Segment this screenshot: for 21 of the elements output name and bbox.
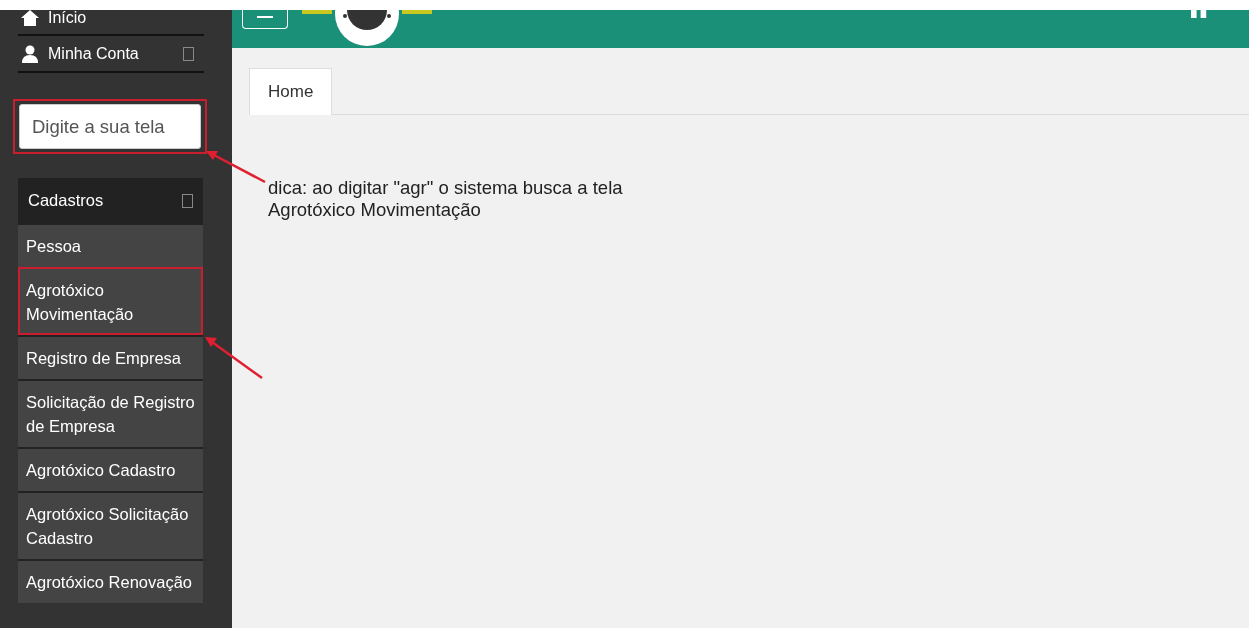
menu-button[interactable]: [242, 10, 288, 29]
user-icon: [20, 44, 40, 63]
menu-item[interactable]: Agrotóxico Renovação: [18, 559, 203, 603]
menu-item[interactable]: Solicitação de Registro de Empresa: [18, 379, 203, 447]
toggle-icon[interactable]: [183, 46, 194, 61]
menu-item[interactable]: Agrotóxico Cadastro: [18, 447, 203, 491]
tab[interactable]: Home: [249, 68, 333, 115]
menu-header[interactable]: Cadastros: [18, 178, 203, 223]
menu-item[interactable]: Agrotóxico Movimentação: [18, 267, 203, 335]
tip-text: dica: ao digitar "agr" o sistema busca a tela: [268, 177, 624, 199]
arrow: [206, 151, 266, 184]
search-field[interactable]: Digite a sua tela: [19, 104, 201, 149]
sidebar-link[interactable]: Início: [48, 10, 87, 27]
menu-title: Cadastros: [28, 191, 104, 210]
sidebar-link[interactable]: Minha Conta: [48, 44, 139, 63]
menu-item[interactable]: Agrotóxico Solicitação Cadastro: [18, 491, 203, 559]
arrow: [205, 337, 263, 379]
menu-item[interactable]: Registro de Empresa: [18, 335, 203, 379]
menu-item[interactable]: Pessoa: [18, 223, 203, 267]
tip-text: Agrotóxico Movimentação: [268, 199, 482, 221]
toggle-icon[interactable]: [182, 193, 193, 208]
